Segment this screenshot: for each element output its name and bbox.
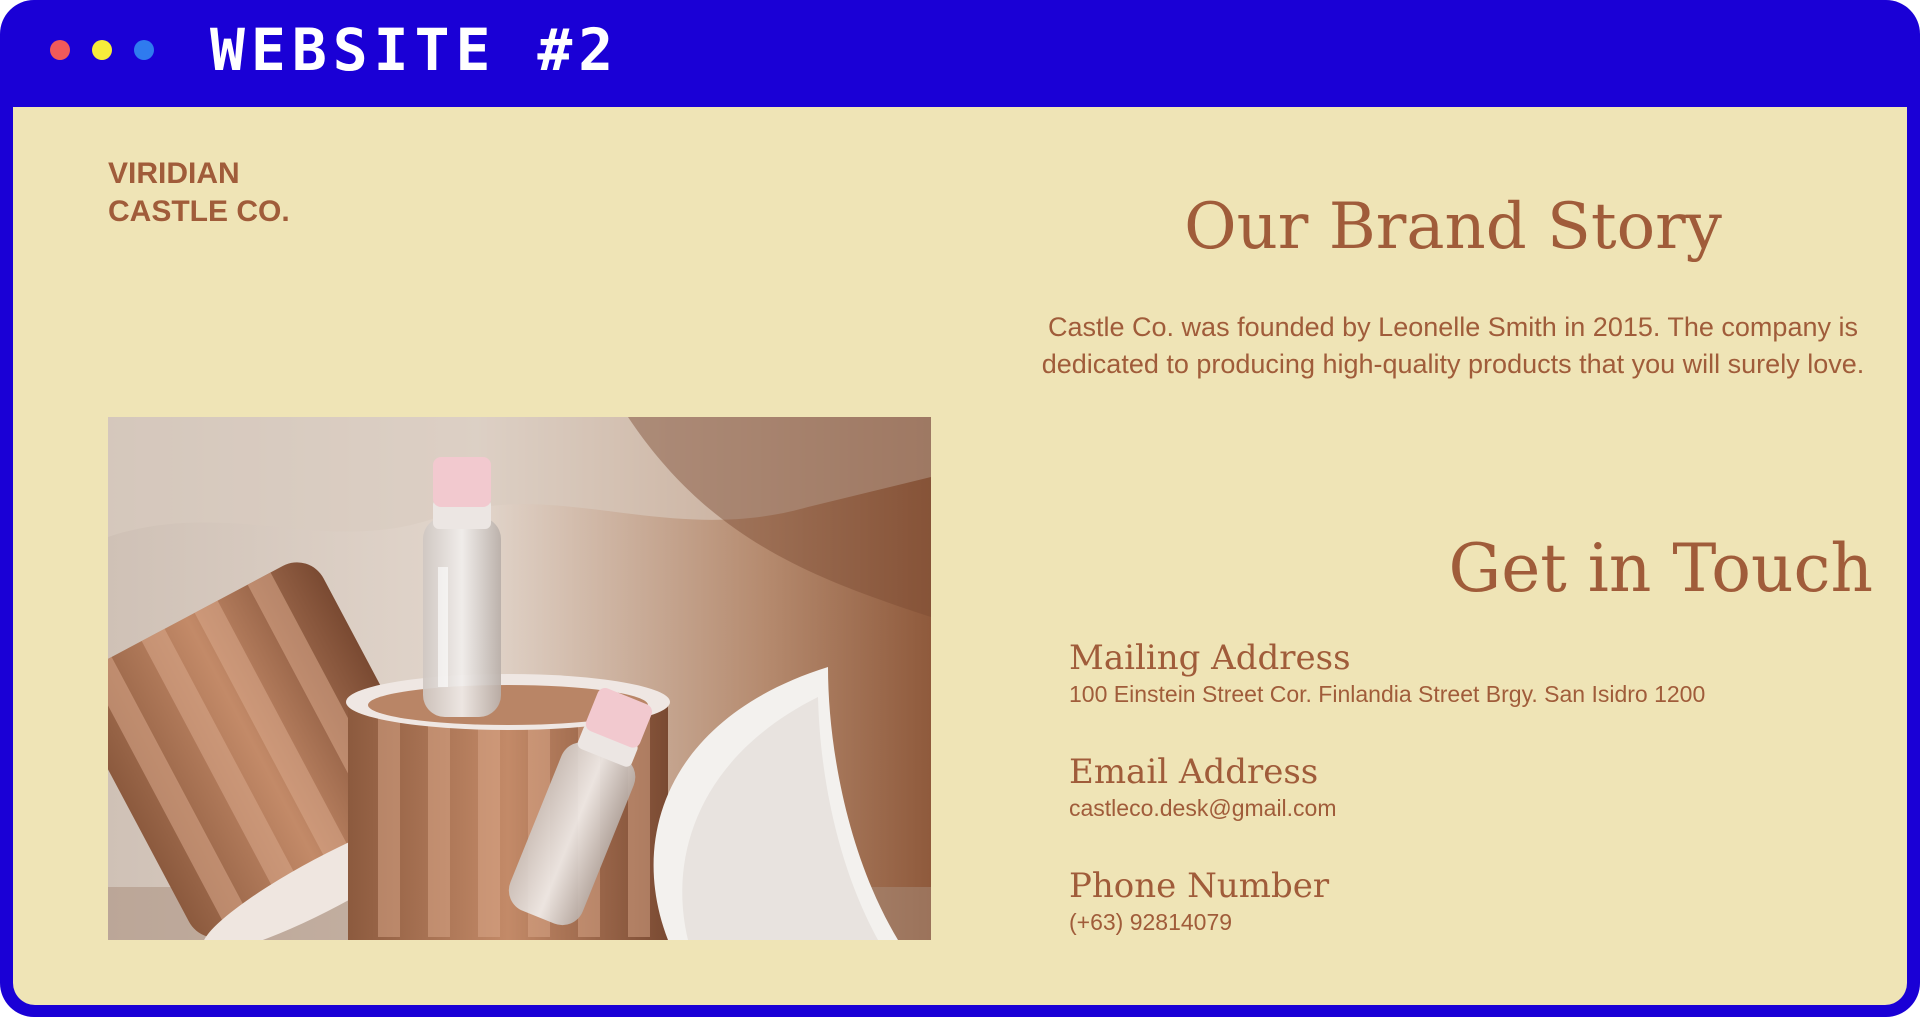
phone-number-link[interactable]: (+63) 92814079 xyxy=(1069,907,1869,937)
phone-number-label: Phone Number xyxy=(1069,866,1330,906)
logo-line-1: VIRIDIAN xyxy=(108,157,240,190)
window-title: WEBSITE #2 xyxy=(210,16,620,84)
email-address-label: Email Address xyxy=(1069,752,1319,792)
browser-window: WEBSITE #2 VIRIDIAN CASTLE CO. Our Brand… xyxy=(0,0,1920,1017)
site-logo[interactable]: VIRIDIAN CASTLE CO. xyxy=(108,155,290,231)
email-address-link[interactable]: castleco.desk@gmail.com xyxy=(1069,793,1869,823)
page-content: VIRIDIAN CASTLE CO. Our Brand Story Cast… xyxy=(13,107,1907,1005)
close-dot-icon[interactable] xyxy=(50,40,70,60)
email-address-block: Email Address castleco.desk@gmail.com xyxy=(1069,751,1869,823)
brand-story-heading: Our Brand Story xyxy=(1184,190,1722,264)
window-titlebar: WEBSITE #2 xyxy=(0,0,1920,106)
minimize-dot-icon[interactable] xyxy=(92,40,112,60)
mailing-address-label: Mailing Address xyxy=(1069,638,1351,678)
brand-story-text: Castle Co. was founded by Leonelle Smith… xyxy=(1041,312,1865,379)
logo-line-2: CASTLE CO. xyxy=(108,195,290,228)
mailing-address-block: Mailing Address 100 Einstein Street Cor.… xyxy=(1069,637,1869,709)
phone-number-block: Phone Number (+63) 92814079 xyxy=(1069,865,1869,937)
product-photo xyxy=(108,417,931,940)
get-in-touch-heading: Get in Touch xyxy=(1448,530,1874,607)
maximize-dot-icon[interactable] xyxy=(134,40,154,60)
mailing-address-value: 100 Einstein Street Cor. Finlandia Stree… xyxy=(1069,681,1706,707)
